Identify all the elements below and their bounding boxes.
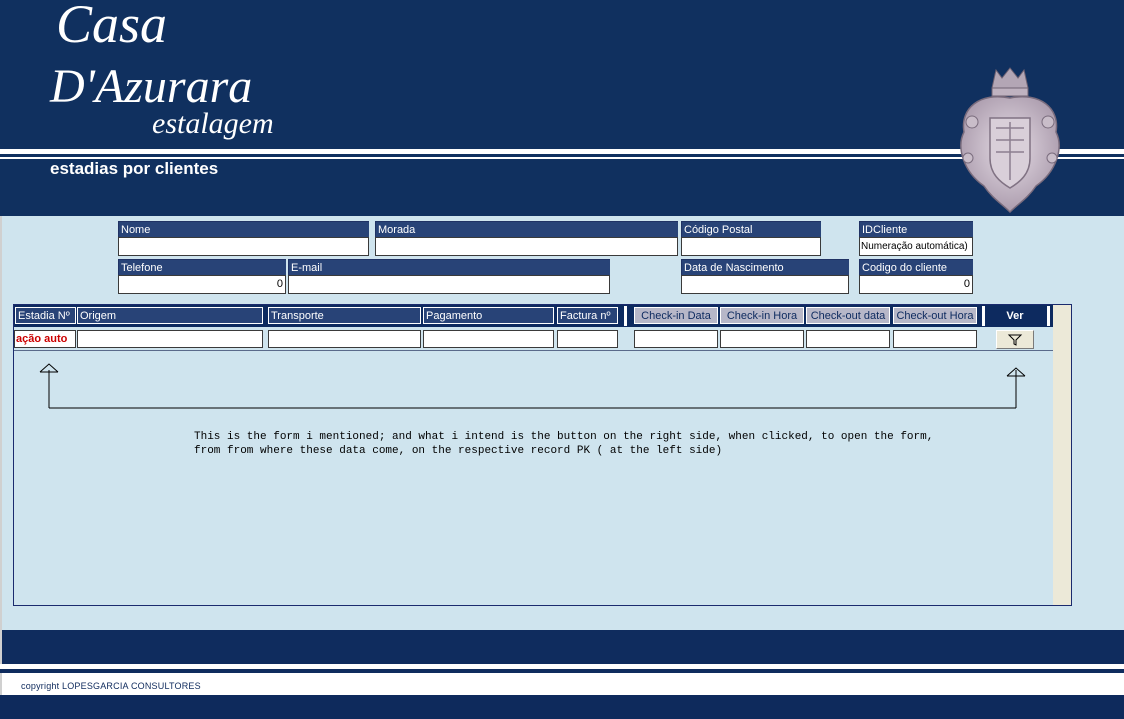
page-title: estadias por clientes (50, 159, 219, 178)
row-divider (14, 350, 1053, 351)
header-separator (624, 306, 627, 326)
col-origem-header: Origem (77, 307, 263, 324)
col-checkin-data-header[interactable]: Check-in Data (634, 307, 718, 324)
nome-field[interactable] (118, 237, 369, 256)
morada-field[interactable] (375, 237, 678, 256)
codigo-postal-label: Código Postal (681, 221, 821, 237)
footer-band (2, 630, 1124, 664)
telefone-field[interactable]: 0 (118, 275, 286, 294)
col-checkout-hora-header[interactable]: Check-out Hora (893, 307, 977, 324)
checkin-hora-field[interactable] (720, 330, 804, 348)
codigo-cliente-field[interactable]: 0 (859, 275, 973, 294)
data-nascimento-field[interactable] (681, 275, 849, 294)
copyright-text: copyright LOPESGARCIA CONSULTORES (21, 681, 201, 691)
annotation-text: This is the form i mentioned; and what i… (194, 431, 934, 457)
idcliente-label: IDCliente (859, 221, 973, 237)
pagamento-field[interactable] (423, 330, 554, 348)
logo-casa-text: Casa (56, 0, 168, 54)
checkout-hora-field[interactable] (893, 330, 977, 348)
factura-field[interactable] (557, 330, 618, 348)
idcliente-field[interactable]: Numeração automática) (859, 237, 973, 256)
checkout-data-field[interactable] (806, 330, 890, 348)
col-transporte-header: Transporte (268, 307, 421, 324)
funnel-icon (1007, 334, 1023, 346)
logo-estalagem-text: estalagem (152, 107, 274, 140)
origem-field[interactable] (77, 330, 263, 348)
coat-of-arms-crest-icon (960, 67, 1060, 214)
nome-label: Nome (118, 221, 369, 237)
codigo-postal-field[interactable] (681, 237, 821, 256)
telefone-label: Telefone (118, 259, 286, 275)
email-field[interactable] (288, 275, 610, 294)
col-checkin-hora-header[interactable]: Check-in Hora (720, 307, 804, 324)
annotation-arrows (39, 363, 1026, 409)
transporte-field[interactable] (268, 330, 421, 348)
morada-label: Morada (375, 221, 678, 237)
col-checkout-data-header[interactable]: Check-out data (806, 307, 890, 324)
codigo-cliente-label: Codigo do cliente (859, 259, 973, 275)
footer-bottom (0, 695, 1124, 719)
col-estadia-header: Estadia Nº (15, 307, 76, 324)
col-pagamento-header: Pagamento (423, 307, 554, 324)
checkin-data-field[interactable] (634, 330, 718, 348)
header-separator (1047, 306, 1050, 326)
subform-scrollbar[interactable] (1053, 305, 1071, 605)
col-ver-header: Ver (985, 306, 1045, 326)
col-factura-header: Factura nº (557, 307, 618, 324)
ver-filter-button[interactable] (996, 330, 1034, 349)
estadia-pk-field[interactable]: ação auto (14, 330, 76, 348)
email-label: E-mail (288, 259, 610, 275)
data-nascimento-label: Data de Nascimento (681, 259, 849, 275)
